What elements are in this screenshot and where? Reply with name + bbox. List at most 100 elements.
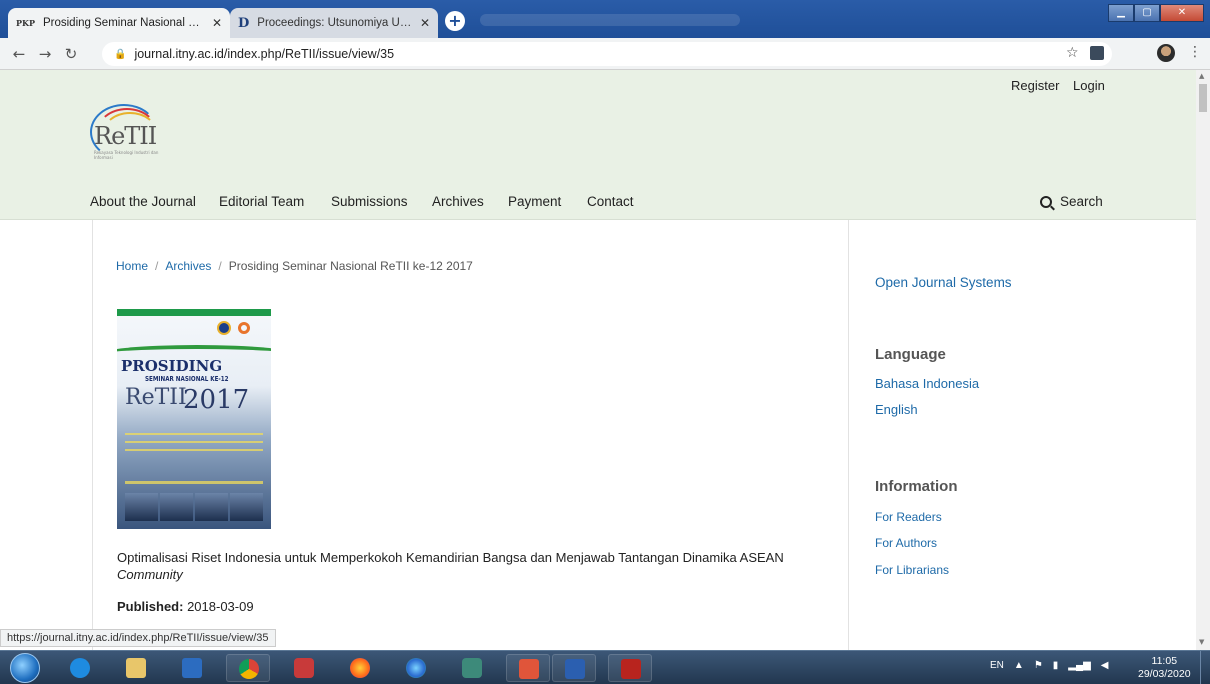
published-label: Published: [117, 599, 184, 614]
logo-text: ReTII [94, 122, 157, 150]
reload-icon[interactable]: ↻ [58, 45, 84, 63]
action-center-flag-icon[interactable]: ⚑ [1034, 660, 1043, 671]
breadcrumb-current: Prosiding Seminar Nasional ReTII ke-12 2… [228, 259, 473, 273]
page-scrollbar[interactable] [1196, 70, 1210, 650]
cover-brand: ReTII [125, 385, 187, 410]
taskbar-app-red[interactable] [282, 654, 326, 682]
browser-tab-bar: PKP Prosiding Seminar Nasional ReTII ✕ D… [0, 0, 1210, 38]
pkp-favicon-icon: PKP [16, 18, 35, 28]
nav-contact[interactable]: Contact [587, 194, 634, 209]
network-icon[interactable]: ▮ [1053, 660, 1059, 671]
taskbar-app-orange[interactable] [506, 654, 550, 682]
window-controls: ▁ ▢ ✕ [1108, 4, 1204, 22]
breadcrumb-archives[interactable]: Archives [165, 259, 211, 273]
search-label: Search [1060, 194, 1103, 209]
taskbar-word[interactable] [552, 654, 596, 682]
for-authors-link[interactable]: For Authors [875, 536, 937, 550]
nav-submissions[interactable]: Submissions [331, 194, 408, 209]
maximize-button[interactable]: ▢ [1134, 4, 1160, 22]
close-window-button[interactable]: ✕ [1160, 4, 1204, 22]
cover-photos [125, 493, 263, 521]
taskbar-firefox-dev[interactable] [394, 654, 438, 682]
bookmark-star-icon[interactable]: ☆ [1066, 45, 1079, 61]
media-player-icon [182, 658, 202, 678]
language-english[interactable]: English [875, 402, 918, 417]
taskbar-firefox[interactable] [338, 654, 382, 682]
clock-date: 29/03/2020 [1138, 668, 1191, 680]
browser-toolbar: ← → ↻ 🔒 journal.itny.ac.id/index.php/ReT… [0, 38, 1210, 70]
scroll-up-icon[interactable]: ▲ [1199, 72, 1204, 80]
taskbar-media-player[interactable] [170, 654, 214, 682]
search-link[interactable]: Search [1040, 194, 1103, 209]
status-bar-url: https://journal.itny.ac.id/index.php/ReT… [0, 629, 276, 647]
issue-cover-image[interactable]: PROSIDING SEMINAR NASIONAL KE-12 ReTII 2… [117, 309, 271, 529]
language-indicator[interactable]: EN [990, 660, 1004, 671]
published-value: 2018-03-09 [187, 599, 254, 614]
lock-icon: 🔒 [114, 48, 127, 60]
tab-close-icon[interactable]: ✕ [420, 16, 430, 30]
kebab-menu-icon[interactable]: ⋮ [1188, 44, 1202, 60]
word-icon [565, 659, 585, 679]
nav-archives[interactable]: Archives [432, 194, 484, 209]
site-logo[interactable]: ReTII Rekayasa Teknologi Industri dan In… [86, 102, 176, 164]
logo-subtitle: Rekayasa Teknologi Industri dan Informas… [94, 150, 159, 160]
taskbar-nox[interactable] [450, 654, 494, 682]
start-button[interactable] [10, 653, 40, 683]
tab-title: Proceedings: Utsunomiya Univer [257, 17, 414, 29]
scrollbar-thumb[interactable] [1199, 84, 1207, 112]
taskbar-acrobat[interactable] [608, 654, 652, 682]
tray-expand-icon[interactable]: ▲ [1014, 660, 1024, 671]
scroll-down-icon[interactable]: ▼ [1199, 638, 1204, 646]
system-tray: EN ▲ ⚑ ▮ ▂▄▆ ◀ [990, 660, 1108, 671]
open-journal-systems-link[interactable]: Open Journal Systems [875, 275, 1012, 290]
tab-close-icon[interactable]: ✕ [212, 16, 222, 30]
site-header: Register Login ReTII Rekayasa Teknologi … [0, 70, 1196, 220]
blurred-tab-area [480, 14, 740, 26]
language-heading: Language [875, 346, 946, 363]
issue-description-italic: Community [117, 567, 183, 582]
tab-retii[interactable]: PKP Prosiding Seminar Nasional ReTII ✕ [8, 8, 230, 38]
issue-description: Optimalisasi Riset Indonesia untuk Mempe… [117, 550, 784, 582]
nav-payment[interactable]: Payment [508, 194, 561, 209]
forward-arrow-icon[interactable]: → [32, 45, 58, 63]
emblem-icon [238, 322, 250, 334]
browser-icon [406, 658, 426, 678]
breadcrumb: Home / Archives / Prosiding Seminar Nasional… [116, 259, 473, 273]
back-arrow-icon[interactable]: ← [6, 45, 32, 63]
signal-icon[interactable]: ▂▄▆ [1068, 660, 1090, 671]
register-link[interactable]: Register [1011, 78, 1059, 93]
d-favicon-icon: D [238, 15, 250, 31]
taskbar-internet-explorer[interactable] [58, 654, 102, 682]
information-heading: Information [875, 478, 958, 495]
taskbar-file-explorer[interactable] [114, 654, 158, 682]
search-icon [1040, 195, 1052, 208]
volume-icon[interactable]: ◀ [1101, 660, 1109, 671]
nav-about[interactable]: About the Journal [90, 194, 196, 209]
for-readers-link[interactable]: For Readers [875, 510, 942, 524]
nox-icon [462, 658, 482, 678]
cover-title: PROSIDING [121, 357, 223, 375]
taskbar-clock[interactable]: 11:05 29/03/2020 [1138, 655, 1191, 681]
breadcrumb-home[interactable]: Home [116, 259, 148, 273]
nav-editorial-team[interactable]: Editorial Team [219, 194, 304, 209]
chrome-icon [239, 659, 259, 679]
for-librarians-link[interactable]: For Librarians [875, 563, 949, 577]
profile-avatar[interactable] [1157, 44, 1175, 62]
windows-taskbar: EN ▲ ⚑ ▮ ▂▄▆ ◀ 11:05 29/03/2020 [0, 650, 1210, 684]
tab-title: Prosiding Seminar Nasional ReTII [42, 17, 206, 29]
address-bar[interactable]: 🔒 journal.itny.ac.id/index.php/ReTII/iss… [102, 42, 1112, 66]
extension-icon[interactable] [1090, 46, 1104, 60]
firefox-icon [350, 658, 370, 678]
acrobat-icon [621, 659, 641, 679]
taskbar-chrome[interactable] [226, 654, 270, 682]
cover-subtitle: SEMINAR NASIONAL KE-12 [145, 375, 229, 383]
show-desktop-button[interactable] [1200, 651, 1210, 684]
minimize-button[interactable]: ▁ [1108, 4, 1134, 22]
login-link[interactable]: Login [1073, 78, 1105, 93]
cover-year: 2017 [183, 385, 250, 415]
tab-utsunomiya[interactable]: D Proceedings: Utsunomiya Univer ✕ [230, 8, 438, 38]
language-bahasa-indonesia[interactable]: Bahasa Indonesia [875, 376, 979, 391]
new-tab-button[interactable]: + [445, 11, 465, 31]
folder-icon [126, 658, 146, 678]
url-text: journal.itny.ac.id/index.php/ReTII/issue… [134, 47, 395, 61]
